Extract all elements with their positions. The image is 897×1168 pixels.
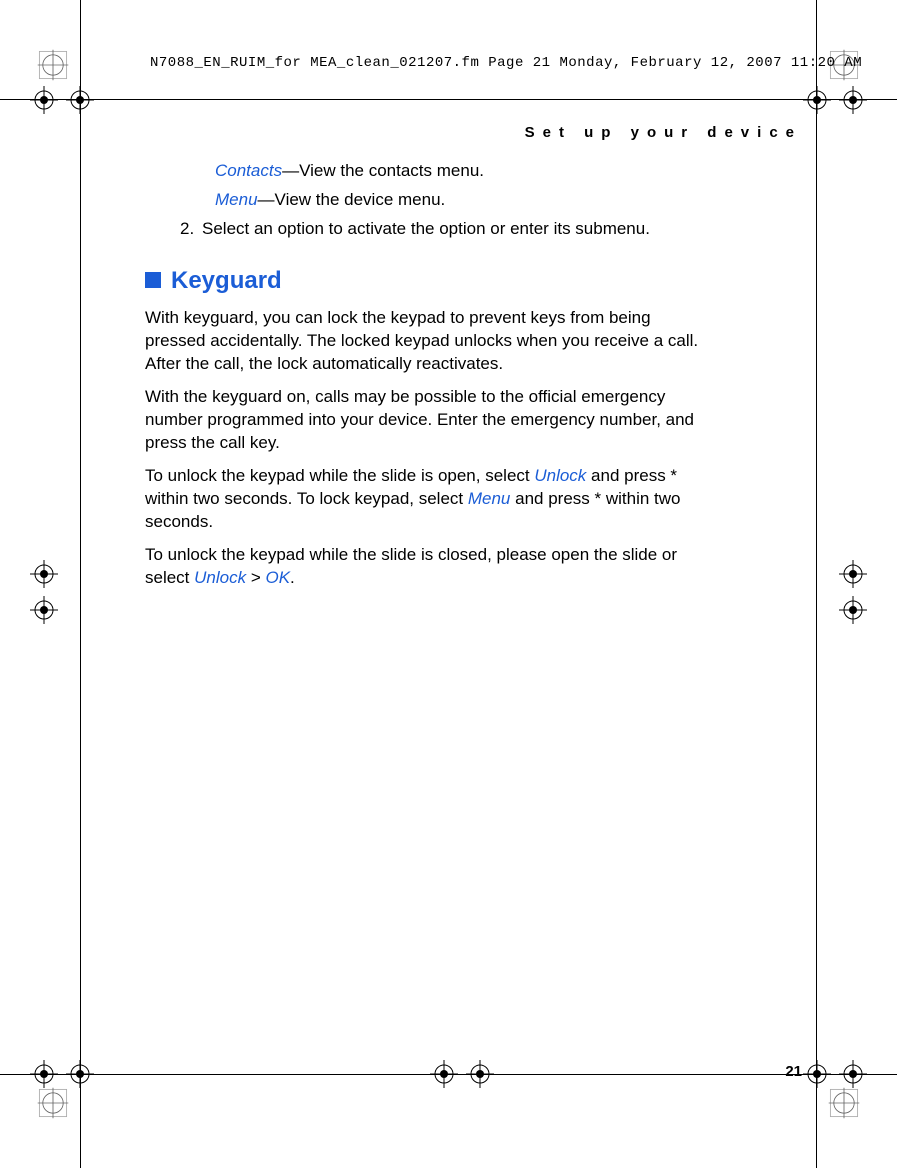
unlock-link: Unlock — [534, 466, 586, 485]
reg-mark-icon — [839, 596, 867, 624]
contacts-desc: —View the contacts menu. — [282, 161, 484, 180]
reg-mark-icon — [839, 86, 867, 114]
step-2-text: Select an option to activate the option … — [202, 219, 650, 238]
reg-mark-icon — [803, 86, 831, 114]
p4-gt: > — [246, 568, 265, 587]
running-head: Set up your device — [525, 124, 802, 141]
section-heading-keyguard: Keyguard — [145, 265, 700, 297]
contacts-line: Contacts—View the contacts menu. — [215, 160, 700, 183]
paragraph-2: With the keyguard on, calls may be possi… — [145, 386, 700, 455]
page-number: 21 — [785, 1063, 802, 1080]
reg-mark-icon — [66, 1060, 94, 1088]
crop-line-top — [0, 99, 897, 100]
reg-mark-corner-icon — [36, 1086, 70, 1120]
reg-mark-corner-icon — [827, 1086, 861, 1120]
reg-mark-icon — [466, 1060, 494, 1088]
step-2: 2.Select an option to activate the optio… — [180, 218, 700, 241]
page-content: Contacts—View the contacts menu. Menu—Vi… — [145, 160, 700, 590]
contacts-link: Contacts — [215, 161, 282, 180]
reg-mark-icon — [430, 1060, 458, 1088]
crop-line-left — [80, 0, 81, 1168]
reg-mark-icon — [30, 86, 58, 114]
unlock-link-2: Unlock — [194, 568, 246, 587]
frame-header-text: N7088_EN_RUIM_for MEA_clean_021207.fm Pa… — [150, 55, 862, 71]
paragraph-4: To unlock the keypad while the slide is … — [145, 544, 700, 590]
reg-mark-corner-icon — [36, 48, 70, 82]
square-bullet-icon — [145, 272, 161, 288]
paragraph-1: With keyguard, you can lock the keypad t… — [145, 307, 700, 376]
reg-mark-icon — [839, 560, 867, 588]
crop-line-right — [816, 0, 817, 1168]
reg-mark-icon — [30, 596, 58, 624]
p3-part-a: To unlock the keypad while the slide is … — [145, 466, 534, 485]
menu-link-inline: Menu — [468, 489, 511, 508]
paragraph-3: To unlock the keypad while the slide is … — [145, 465, 700, 534]
reg-mark-icon — [30, 560, 58, 588]
reg-mark-icon — [66, 86, 94, 114]
reg-mark-icon — [803, 1060, 831, 1088]
ok-link: OK — [265, 568, 290, 587]
reg-mark-icon — [30, 1060, 58, 1088]
menu-desc: —View the device menu. — [258, 190, 446, 209]
menu-link: Menu — [215, 190, 258, 209]
step-2-number: 2. — [180, 218, 202, 241]
reg-mark-icon — [839, 1060, 867, 1088]
menu-line: Menu—View the device menu. — [215, 189, 700, 212]
p4-dot: . — [290, 568, 295, 587]
section-title: Keyguard — [171, 267, 282, 294]
